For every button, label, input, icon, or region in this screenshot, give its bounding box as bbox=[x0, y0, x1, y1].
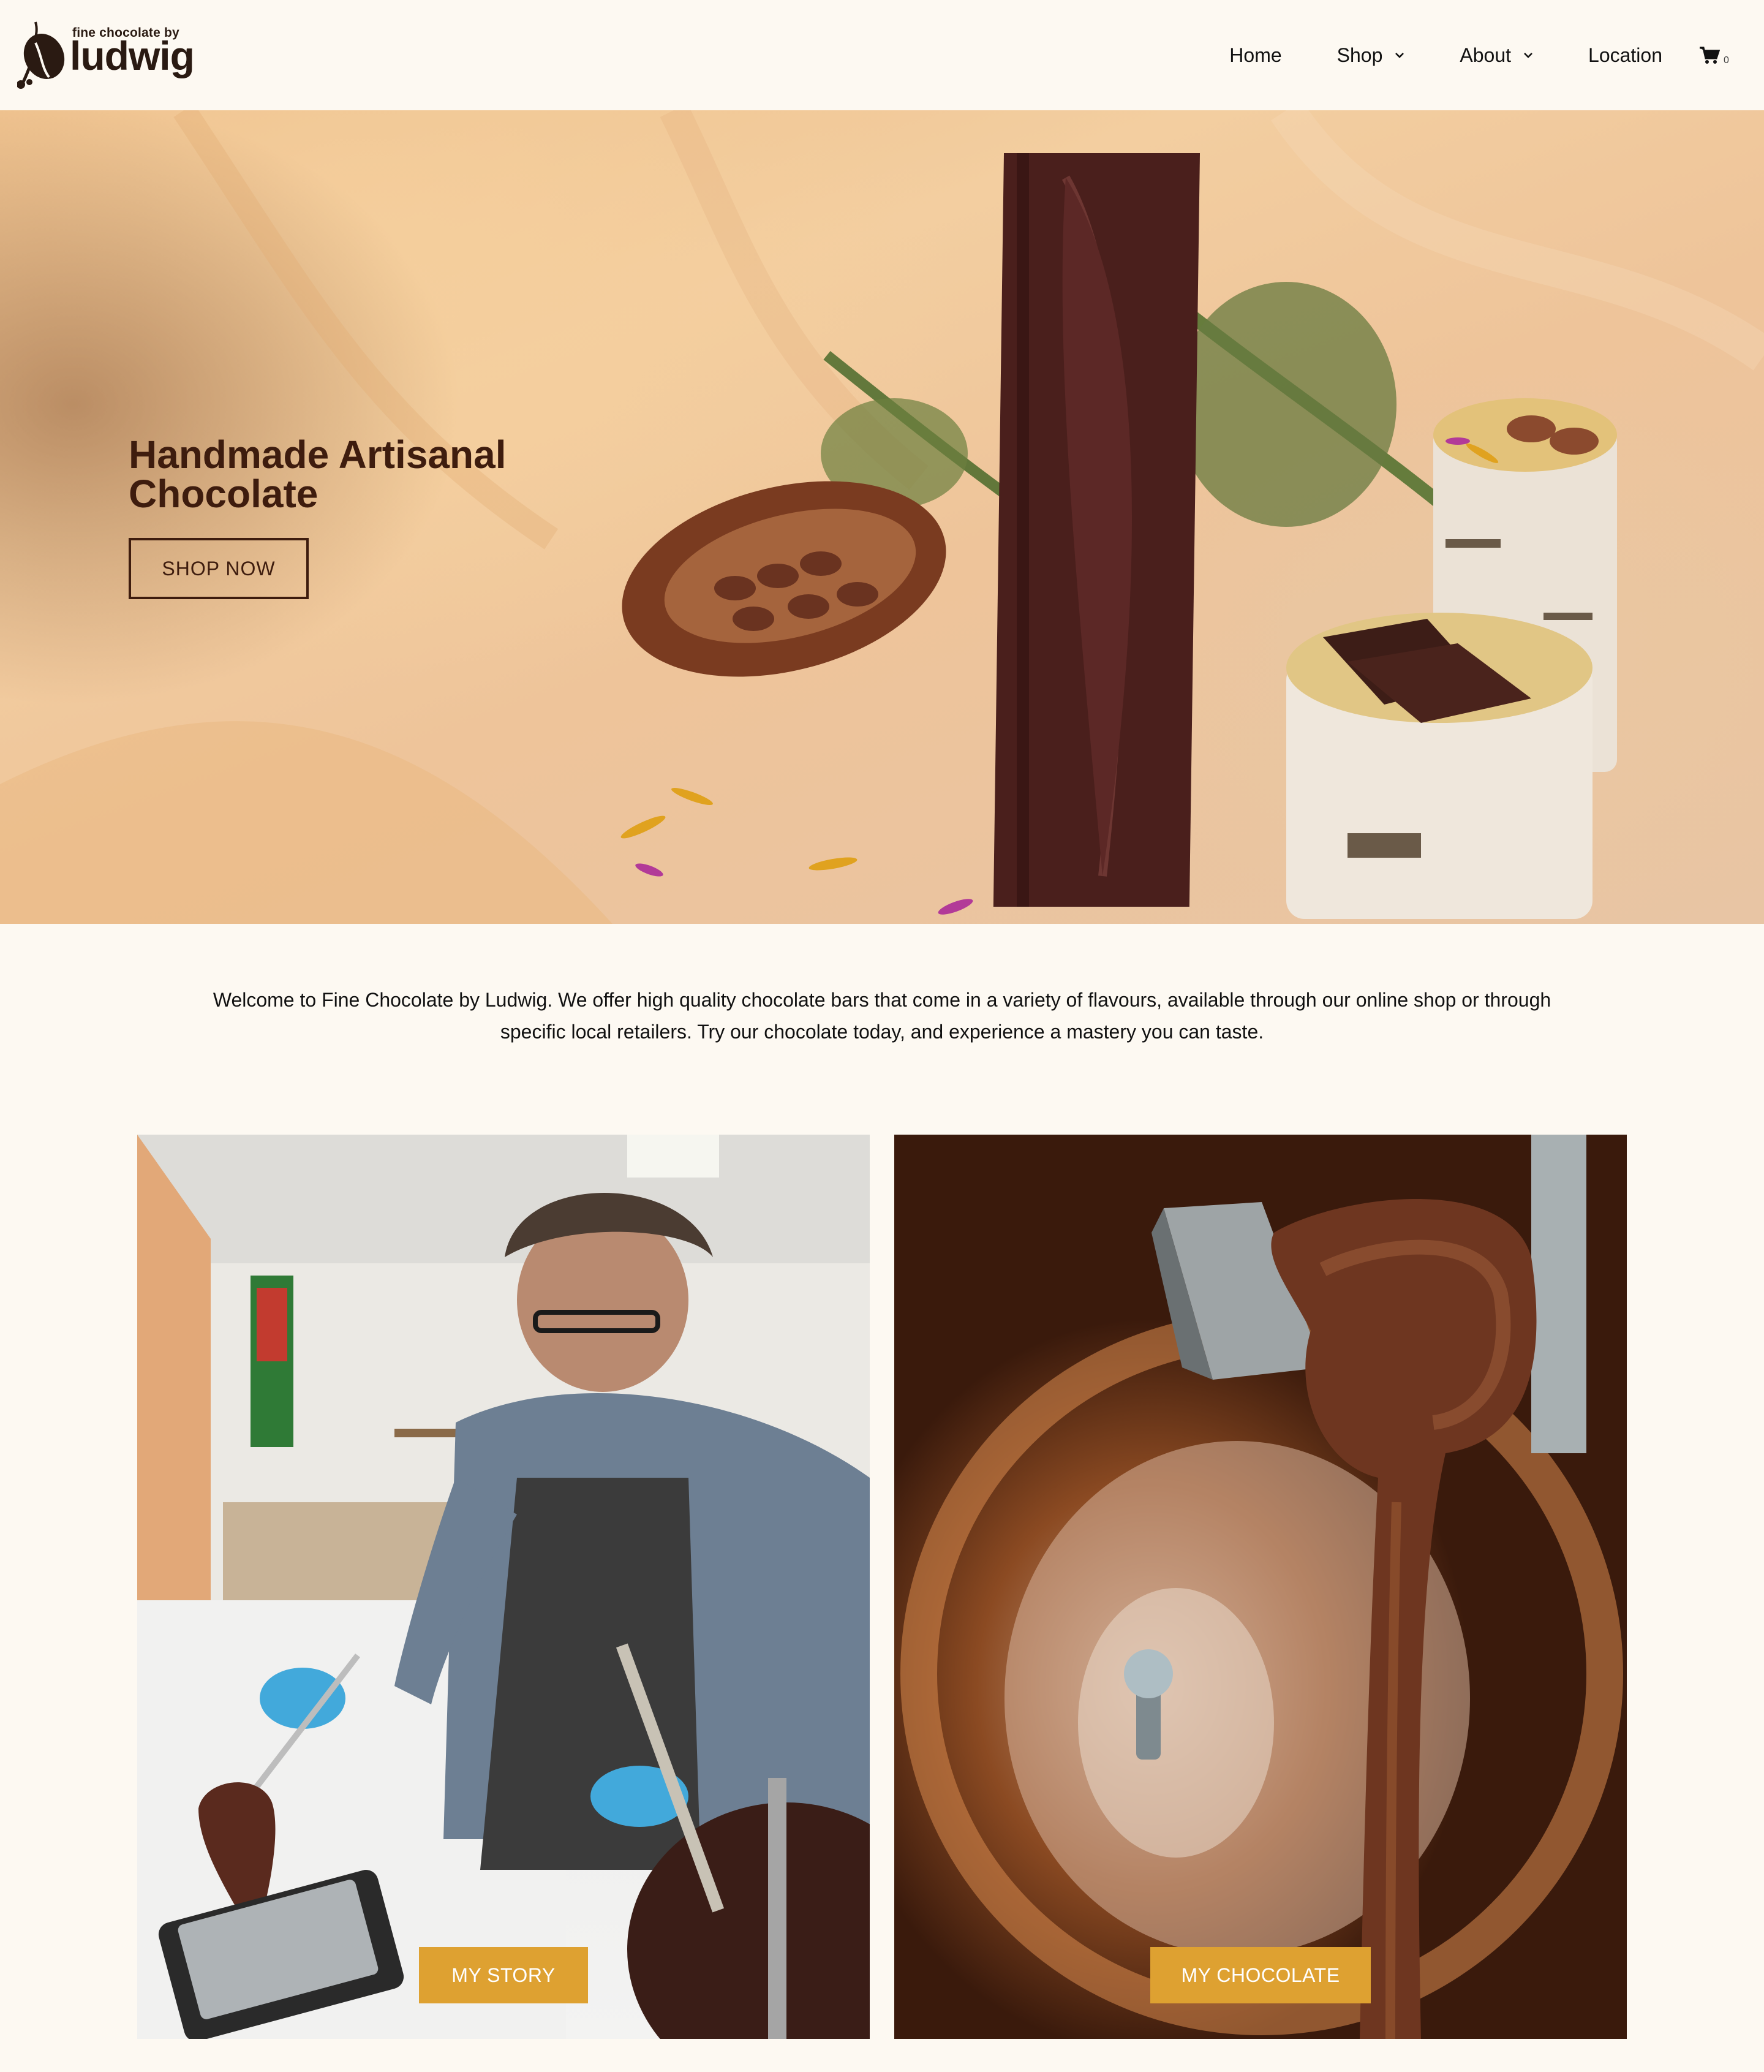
shopping-cart-icon bbox=[1700, 47, 1720, 64]
nav-item-home[interactable]: Home bbox=[1229, 44, 1281, 67]
chevron-down-icon bbox=[1524, 53, 1532, 58]
nav-item-label: About bbox=[1460, 43, 1512, 66]
my-story-button[interactable]: MY STORY bbox=[419, 1947, 588, 2003]
intro-text: Welcome to Fine Chocolate by Ludwig. We … bbox=[213, 989, 1551, 1043]
nav-item-location[interactable]: Location bbox=[1588, 44, 1662, 67]
main-nav: Home Shop About Location 0 bbox=[1229, 37, 1730, 74]
nav-item-about[interactable]: About bbox=[1460, 44, 1533, 67]
hero-title: Handmade Artisanal Chocolate bbox=[129, 433, 507, 516]
my-story-card[interactable]: MY STORY bbox=[137, 1135, 870, 2039]
my-chocolate-button[interactable]: MY CHOCOLATE bbox=[1150, 1947, 1371, 2003]
hero-banner: Handmade Artisanal Chocolate SHOP NOW bbox=[0, 110, 1764, 924]
site-header: fine chocolate by ludwig Home Shop About… bbox=[0, 0, 1764, 110]
nav-item-shop[interactable]: Shop bbox=[1337, 44, 1405, 67]
my-chocolate-card[interactable]: MY CHOCOLATE bbox=[894, 1135, 1627, 2039]
melting-chocolate-photo bbox=[900, 1135, 1623, 2039]
hero-image bbox=[0, 110, 1764, 924]
cart-count-badge: 0 bbox=[1724, 55, 1729, 66]
cart-button[interactable]: 0 bbox=[1699, 43, 1730, 67]
brand-logo[interactable]: fine chocolate by ludwig bbox=[17, 18, 195, 92]
cocoa-pod-icon bbox=[17, 21, 65, 89]
chocolatier-photo bbox=[137, 1135, 870, 2039]
nav-item-label: Shop bbox=[1336, 43, 1383, 66]
nav-item-label: Location bbox=[1588, 43, 1662, 66]
brand-name: ludwig bbox=[70, 33, 195, 78]
nav-item-label: Home bbox=[1229, 43, 1282, 66]
shop-now-button[interactable]: SHOP NOW bbox=[129, 538, 309, 599]
chevron-down-icon bbox=[1395, 53, 1404, 58]
